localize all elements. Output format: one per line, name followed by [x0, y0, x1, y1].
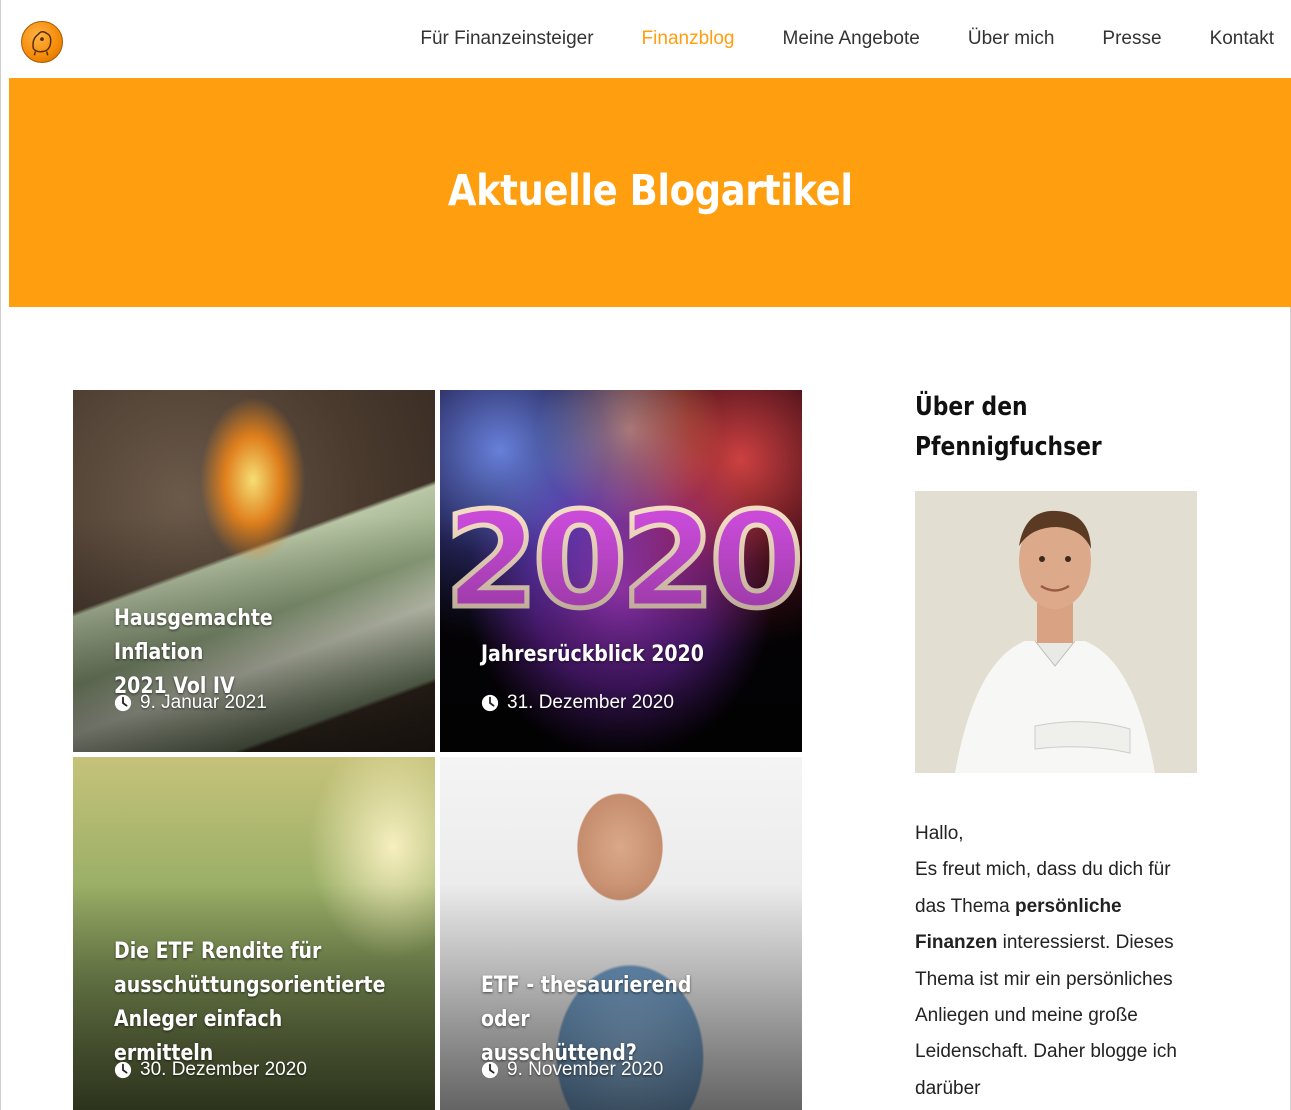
nav-item-kontakt[interactable]: Kontakt — [1210, 28, 1274, 50]
nav-item-finanzblog[interactable]: Finanzblog — [642, 28, 735, 50]
post-title[interactable]: ETF - thesaurierend oder ausschüttend? — [481, 969, 731, 1071]
greeting: Hallo, — [915, 823, 964, 844]
blog-post-card[interactable]: Die ETF Rendite für ausschüttungsorienti… — [73, 757, 435, 1110]
blog-post-card[interactable]: ETF - thesaurierend oder ausschüttend? 9… — [440, 757, 802, 1110]
clock-icon — [481, 694, 499, 712]
post-date: 9. November 2020 — [481, 1059, 663, 1081]
blog-post-grid: Hausgemachte Inflation 2021 Vol IV 9. Ja… — [73, 390, 803, 1110]
post-date: 9. Januar 2021 — [114, 692, 267, 714]
nav-item-angebote[interactable]: Meine Angebote — [783, 28, 920, 50]
author-portrait — [915, 491, 1197, 773]
post-title[interactable]: Die ETF Rendite für ausschüttungsorienti… — [114, 935, 385, 1071]
site-header: Für Finanzeinsteiger Finanzblog Meine An… — [1, 0, 1291, 78]
hero-banner: Aktuelle Blogartikel — [9, 78, 1291, 307]
post-title[interactable]: Jahresrückblick 2020 — [481, 638, 731, 672]
blog-post-card[interactable]: Hausgemachte Inflation 2021 Vol IV 9. Ja… — [73, 390, 435, 752]
clock-icon — [481, 1061, 499, 1079]
page-title: Aktuelle Blogartikel — [448, 165, 853, 216]
clock-icon — [114, 694, 132, 712]
nav-item-ueber-mich[interactable]: Über mich — [968, 28, 1055, 50]
post-date: 31. Dezember 2020 — [481, 692, 674, 714]
piggy-logo-icon — [32, 31, 52, 56]
logo[interactable] — [21, 21, 63, 63]
sidebar-heading: Über den Pfennigfuchser — [915, 392, 1102, 462]
about-sidebar: Über den Pfennigfuchser Hallo, Es freut … — [915, 390, 1215, 1099]
about-text: Hallo, Es freut mich, dass du dich für d… — [915, 816, 1205, 1107]
nav-item-presse[interactable]: Presse — [1102, 28, 1161, 50]
main-nav: Für Finanzeinsteiger Finanzblog Meine An… — [372, 28, 1274, 50]
about-intro: Es freut mich, dass du dich für das Them… — [915, 859, 1177, 1099]
blog-post-card[interactable]: 2020 Jahresrückblick 2020 31. Dezember 2… — [440, 390, 802, 752]
author-photo-icon — [915, 491, 1197, 773]
post-date: 30. Dezember 2020 — [114, 1059, 307, 1081]
clock-icon — [114, 1061, 132, 1079]
post-title[interactable]: Hausgemachte Inflation 2021 Vol IV — [114, 602, 364, 704]
nav-item-finanzeinsteiger[interactable]: Für Finanzeinsteiger — [420, 28, 593, 50]
